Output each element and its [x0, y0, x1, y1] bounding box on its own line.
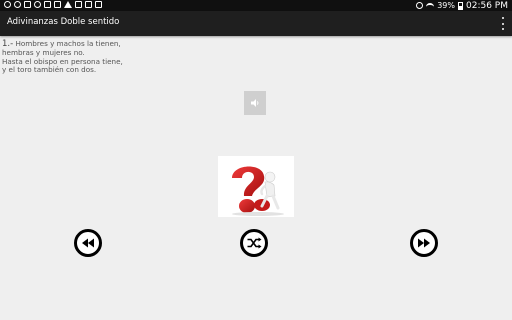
- fast-forward-icon: [418, 238, 430, 248]
- alarm-icon: [34, 1, 41, 8]
- battery-icon: [458, 1, 463, 10]
- gallery-icon: [44, 1, 51, 8]
- random-button[interactable]: [240, 229, 268, 257]
- battery-percent: 39%: [437, 1, 455, 10]
- overflow-dot: [502, 28, 504, 30]
- app-title: Adivinanzas Doble sentido: [7, 17, 120, 27]
- riddle-image: [218, 156, 294, 217]
- rewind-icon: [82, 238, 94, 248]
- status-indicators: 39% 02:56 PM: [416, 0, 508, 11]
- overflow-menu-button[interactable]: [500, 17, 506, 30]
- speaker-icon: [251, 99, 259, 107]
- clock: 02:56 PM: [466, 0, 508, 11]
- chat-icon: [24, 1, 31, 8]
- warning-icon: [64, 1, 72, 8]
- riddle-text: 1.- Hombres y machos la tienen, hembras …: [2, 39, 232, 75]
- shuffle-icon: [247, 237, 262, 249]
- alarm-clock-icon: [416, 2, 424, 9]
- overflow-dot: [502, 22, 504, 25]
- messenger-icon: [14, 1, 21, 8]
- question-mark-figure: [232, 166, 284, 216]
- camera-icon: [85, 1, 92, 8]
- wifi-icon: [426, 2, 435, 9]
- play-sound-button[interactable]: [244, 91, 266, 115]
- previous-button[interactable]: [74, 229, 102, 257]
- riddle-line-text: Hombres y machos la tienen,: [15, 39, 121, 48]
- riddle-line-4: y el toro también con dos.: [2, 65, 97, 75]
- app-bar: Adivinanzas Doble sentido: [0, 11, 512, 36]
- hangouts-icon: [4, 1, 11, 8]
- status-bar: 39% 02:56 PM: [0, 0, 512, 11]
- store-icon: [75, 1, 82, 8]
- next-button[interactable]: [410, 229, 438, 257]
- overflow-dot: [502, 17, 504, 19]
- mail-icon: [54, 1, 61, 8]
- copy-icon: [95, 1, 102, 8]
- notification-icons: [4, 1, 102, 8]
